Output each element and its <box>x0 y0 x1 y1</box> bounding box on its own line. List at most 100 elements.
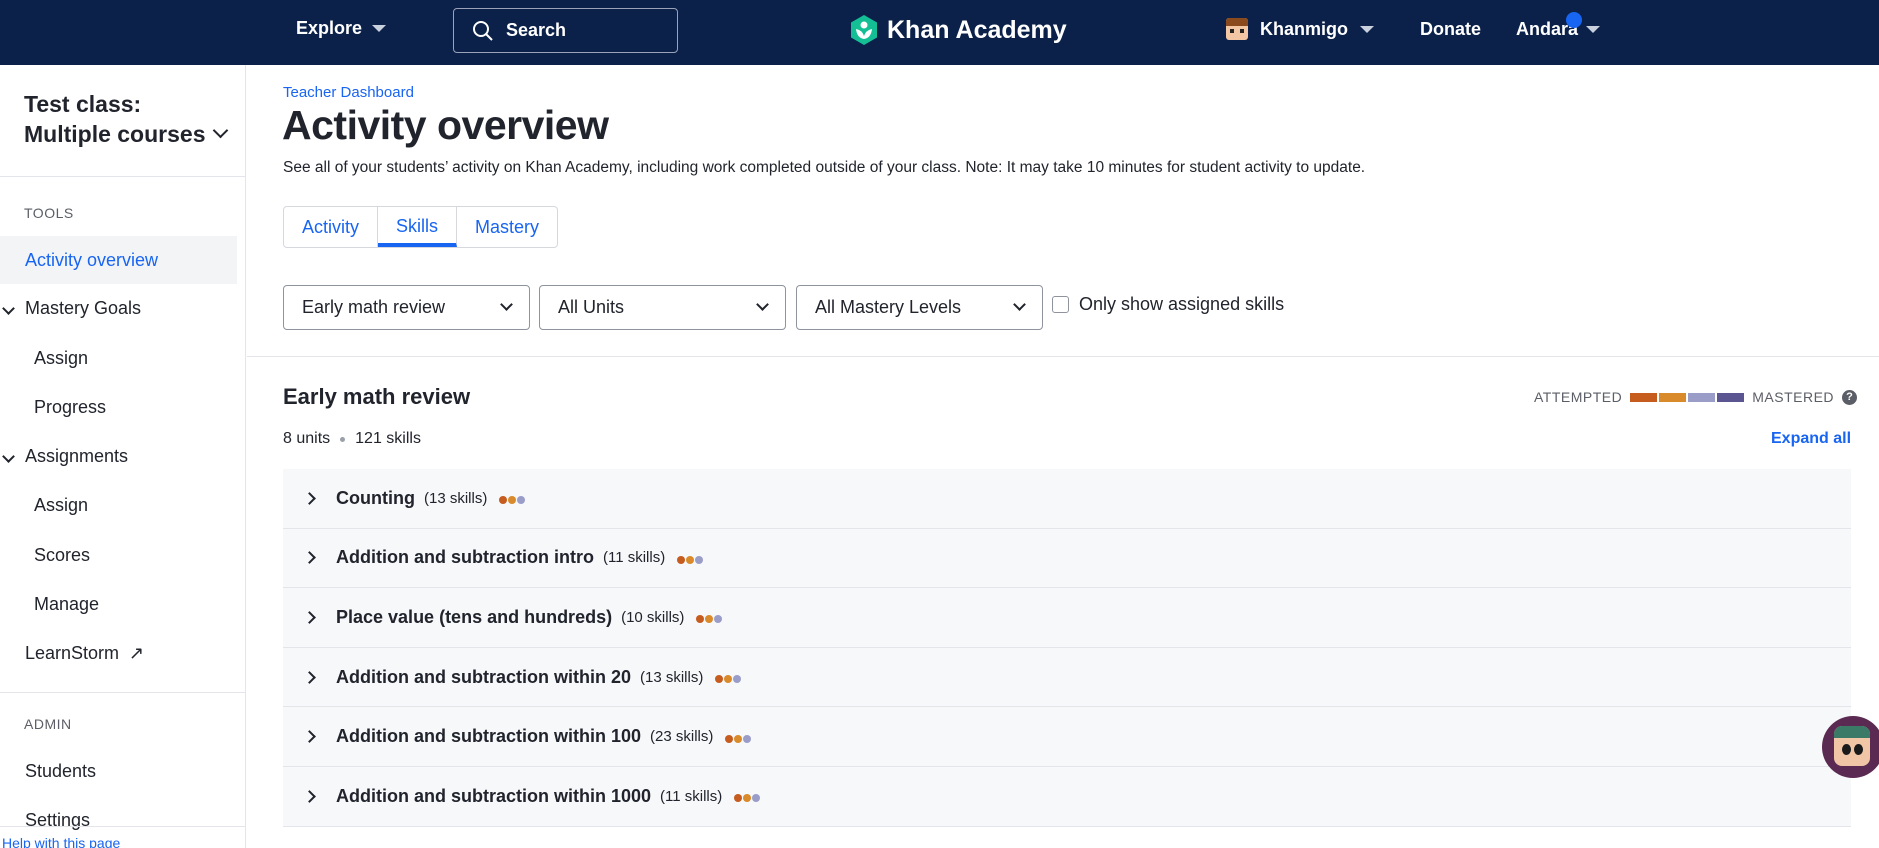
divider <box>0 826 245 827</box>
learnstorm-label: LearnStorm <box>25 643 120 663</box>
tools-heading: TOOLS <box>24 205 74 221</box>
mastery-select-value: All Mastery Levels <box>815 297 962 317</box>
course-section-title: Early math review <box>283 384 471 409</box>
mastery-dots <box>696 615 723 624</box>
mastery-dot <box>715 675 724 684</box>
class-title: Test class: Multiple courses <box>24 91 206 147</box>
unit-skill-count: (13 skills) <box>640 668 704 686</box>
explore-menu[interactable]: Explore <box>296 18 387 39</box>
unit-skill-count: (10 skills) <box>621 608 685 626</box>
unit-name: Addition and subtraction within 100 <box>336 726 642 747</box>
chevron-right-icon <box>303 789 316 803</box>
mastery-dot <box>499 496 508 505</box>
sidebar-item-mastery-assign[interactable]: Assign <box>34 348 88 369</box>
mastery-dot <box>677 555 686 564</box>
search-label: Search <box>506 20 567 40</box>
expand-all-button[interactable]: Expand all <box>1771 430 1851 448</box>
caret-down-icon <box>372 25 387 32</box>
eye <box>1842 744 1851 755</box>
class-selector[interactable]: Test class: Multiple courses <box>24 89 234 149</box>
chevron-down-icon[interactable] <box>2 302 15 315</box>
sidebar-item-assignments-manage[interactable]: Manage <box>34 594 99 615</box>
sidebar-item-assignments-scores[interactable]: Scores <box>34 545 90 566</box>
mastery-dots <box>725 734 752 743</box>
leaf-logo-icon <box>851 15 877 45</box>
list-item[interactable]: Addition and subtraction within 20 (13 s… <box>283 647 1851 708</box>
unit-skill-count: (11 skills) <box>660 787 723 805</box>
mastery-dot <box>743 794 752 803</box>
explore-label: Explore <box>296 18 363 38</box>
sidebar-item-learnstorm[interactable]: LearnStorm ↗ <box>25 643 144 664</box>
list-item[interactable]: Addition and subtraction within 1000 (11… <box>283 766 1851 827</box>
logo-text: Khan Academy <box>887 15 1067 44</box>
chevron-down-icon[interactable] <box>2 450 15 463</box>
top-navigation: Explore Search Khan Academy Khanmigo Don… <box>0 0 1879 65</box>
only-assigned-option[interactable]: Only show assigned skills <box>1052 294 1284 315</box>
mastery-dot <box>752 794 761 803</box>
sidebar-item-students[interactable]: Students <box>25 761 96 782</box>
mastery-dot <box>734 734 743 743</box>
tab-skills[interactable]: Skills <box>378 207 458 247</box>
sidebar-item-mastery-goals[interactable]: Mastery Goals <box>25 298 141 319</box>
legend-bar-mastered <box>1717 392 1745 402</box>
list-item[interactable]: Addition and subtraction intro (11 skill… <box>283 528 1851 589</box>
khanmigo-helper-button[interactable] <box>1822 716 1879 778</box>
unit-skill-count: (23 skills) <box>650 728 714 746</box>
breadcrumb[interactable]: Teacher Dashboard <box>283 84 414 101</box>
donate-link[interactable]: Donate <box>1420 19 1481 40</box>
legend-mastered-label: MASTERED <box>1752 389 1835 405</box>
chevron-right-icon <box>303 491 316 505</box>
only-assigned-label: Only show assigned skills <box>1079 294 1285 314</box>
mastery-legend: ATTEMPTED MASTERED ? <box>1534 389 1858 405</box>
unit-skill-count: (13 skills) <box>423 489 488 507</box>
unit-list: Counting (13 skills) Addition and subtra… <box>283 469 1851 827</box>
mastery-dot <box>517 496 526 505</box>
course-select[interactable]: Early math review <box>283 285 530 330</box>
mastery-dots <box>715 675 742 684</box>
tab-activity[interactable]: Activity <box>284 207 379 247</box>
khanmigo-label: Khanmigo <box>1260 18 1348 39</box>
mastery-level-select[interactable]: All Mastery Levels <box>796 285 1043 330</box>
sidebar-item-assignments[interactable]: Assignments <box>25 446 128 467</box>
list-item[interactable]: Place value (tens and hundreds) (10 skil… <box>283 588 1851 648</box>
help-link[interactable]: Help with this page <box>2 835 120 848</box>
user-menu[interactable]: Andara <box>1516 19 1601 40</box>
external-link-icon: ↗ <box>129 643 145 663</box>
list-item[interactable]: Addition and subtraction within 100 (23 … <box>283 707 1851 767</box>
search-icon <box>473 20 493 41</box>
legend-bars <box>1630 392 1745 402</box>
mastery-dots <box>734 794 761 803</box>
units-select[interactable]: All Units <box>539 285 786 330</box>
only-assigned-checkbox[interactable] <box>1052 296 1069 313</box>
page-title: Activity overview <box>282 102 609 148</box>
tab-mastery[interactable]: Mastery <box>457 207 557 247</box>
legend-bar-familiar <box>1659 392 1687 402</box>
sidebar-item-mastery-progress[interactable]: Progress <box>34 397 106 418</box>
notification-dot <box>1566 12 1582 28</box>
legend-bar-attempted <box>1630 392 1658 402</box>
view-tabs: Activity Skills Mastery <box>283 206 559 248</box>
help-icon[interactable]: ? <box>1842 389 1858 405</box>
mastery-dot <box>508 496 517 505</box>
list-item[interactable]: Counting (13 skills) <box>283 469 1851 529</box>
admin-heading: ADMIN <box>24 716 72 732</box>
khanmigo-menu[interactable]: Khanmigo <box>1226 18 1374 40</box>
sidebar-item-activity-overview[interactable]: Activity overview <box>0 236 237 284</box>
chevron-down-icon <box>500 298 513 311</box>
khan-academy-logo[interactable]: Khan Academy <box>849 14 1067 46</box>
mastery-dot <box>743 734 752 743</box>
search-box[interactable]: Search <box>453 8 678 53</box>
separator-dot <box>340 436 346 442</box>
skills-count: 121 skills <box>355 430 421 447</box>
unit-name: Addition and subtraction within 20 <box>336 666 631 687</box>
chevron-down-icon <box>213 122 229 139</box>
headband <box>1834 726 1870 738</box>
sidebar-item-assignments-assign[interactable]: Assign <box>34 495 88 516</box>
mastery-dots <box>677 555 704 564</box>
eye <box>1854 744 1863 755</box>
unit-name: Addition and subtraction within 1000 <box>336 785 652 806</box>
mastery-dot <box>705 615 714 624</box>
sidebar-item-settings[interactable]: Settings <box>25 810 90 831</box>
mastery-dot <box>724 675 733 684</box>
divider <box>247 356 1879 357</box>
